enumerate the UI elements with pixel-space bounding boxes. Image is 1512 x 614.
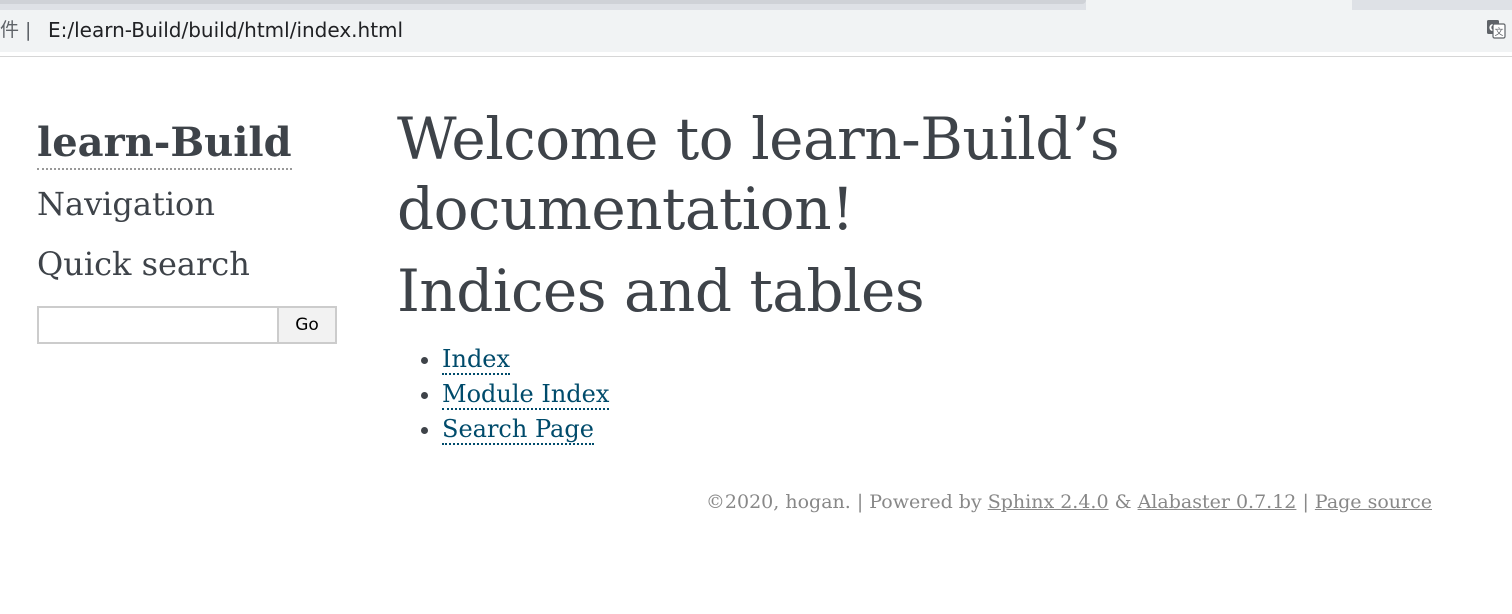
- section-title: Indices and tables: [397, 257, 925, 325]
- active-tab[interactable]: [1086, 0, 1352, 10]
- file-scheme-label: 件 |: [0, 19, 32, 41]
- navigation-heading: Navigation: [37, 185, 215, 223]
- sphinx-link[interactable]: Sphinx 2.4.0: [988, 491, 1109, 513]
- alabaster-link[interactable]: Alabaster 0.7.12: [1138, 491, 1297, 513]
- search-go-button[interactable]: Go: [277, 306, 337, 344]
- ampersand-text: &: [1114, 491, 1132, 513]
- footer-separator: |: [1302, 491, 1309, 513]
- inactive-tab[interactable]: [0, 0, 1086, 4]
- chrome-divider: [0, 56, 1512, 57]
- quick-search-heading: Quick search: [37, 245, 250, 283]
- powered-by-text: Powered by: [869, 491, 982, 513]
- address-bar[interactable]: 件 | E:/learn-Build/build/html/index.html…: [0, 10, 1512, 52]
- list-item: Search Page: [442, 412, 1397, 447]
- project-logo-link[interactable]: learn-Build: [37, 118, 292, 170]
- search-page-link[interactable]: Search Page: [442, 415, 594, 445]
- tab-strip: [0, 0, 1512, 10]
- page-title: Welcome to learn-Build’s documentation!: [397, 105, 1120, 243]
- sidebar: learn-Build Navigation Quick search Go: [37, 118, 342, 344]
- translate-icon[interactable]: G 文: [1486, 19, 1506, 39]
- svg-text:文: 文: [1494, 26, 1503, 38]
- footer: ©2020, hogan. | Powered by Sphinx 2.4.0 …: [706, 488, 1432, 516]
- page-source-link[interactable]: Page source: [1315, 491, 1432, 513]
- search-form: Go: [37, 306, 337, 344]
- list-item: Module Index: [442, 377, 1397, 412]
- search-input[interactable]: [37, 306, 277, 344]
- index-link[interactable]: Index: [442, 345, 511, 375]
- indices-list: Index Module Index Search Page: [397, 342, 1397, 447]
- copyright-text: ©2020, hogan.: [705, 491, 851, 513]
- list-item: Index: [442, 342, 1397, 377]
- url-text[interactable]: E:/learn-Build/build/html/index.html: [48, 17, 403, 43]
- module-index-link[interactable]: Module Index: [442, 380, 610, 410]
- footer-separator: |: [856, 491, 864, 513]
- document-body: Welcome to learn-Build’s documentation! …: [397, 104, 1397, 447]
